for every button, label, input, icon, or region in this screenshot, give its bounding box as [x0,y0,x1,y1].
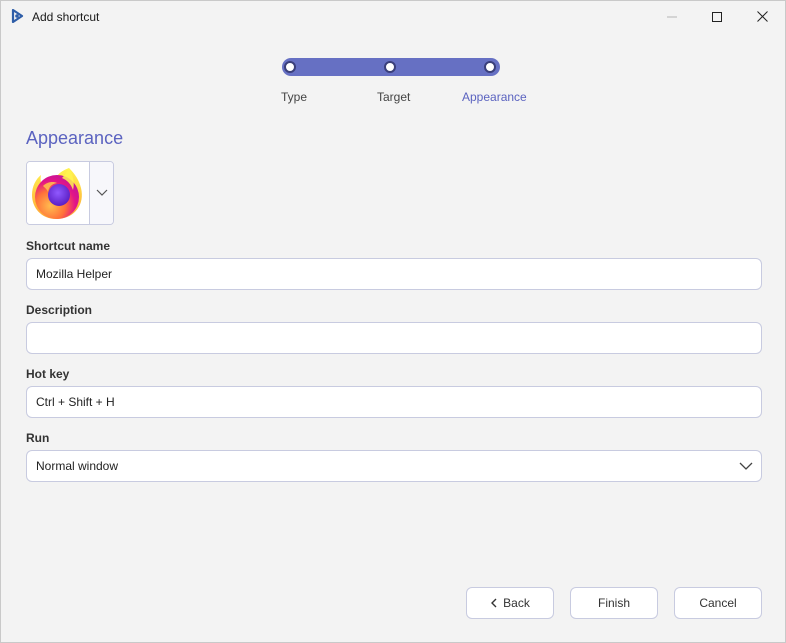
close-icon [756,11,768,22]
step-dot-appearance[interactable] [484,61,496,73]
firefox-logo-icon [32,168,83,220]
finish-button-label: Finish [597,596,630,610]
step-label-type[interactable]: Type [281,90,307,104]
cancel-button-label: Cancel [699,596,737,610]
maximize-icon [712,11,722,22]
back-button[interactable]: Back [466,587,554,619]
hot-key-label: Hot key [26,367,70,381]
minimize-icon [667,16,677,17]
title-bar[interactable]: Add shortcut [1,1,785,33]
maximize-button[interactable] [694,1,740,32]
run-label: Run [26,431,50,445]
icon-dropdown-button[interactable] [89,162,113,224]
description-input[interactable] [26,322,762,354]
wizard-stepper [282,58,500,76]
step-label-appearance[interactable]: Appearance [462,90,527,104]
shortcut-name-input[interactable] [26,258,762,290]
description-label: Description [26,303,93,317]
icon-picker[interactable] [26,161,114,225]
run-select-value: Normal window [36,459,119,473]
hot-key-input[interactable] [26,386,762,418]
chevron-down-icon [739,462,753,470]
shortcut-name-label: Shortcut name [26,239,111,253]
minimize-button[interactable] [649,1,695,32]
cancel-button[interactable]: Cancel [674,587,762,619]
back-button-label: Back [503,596,530,610]
close-button[interactable] [739,1,785,32]
section-title: Appearance [26,128,124,148]
icon-preview[interactable] [27,162,90,224]
add-shortcut-dialog: Add shortcut Type Target Appearance Appe… [0,0,786,643]
run-select[interactable]: Normal window [26,450,762,482]
step-dot-target[interactable] [384,61,396,73]
chevron-down-icon [96,189,108,196]
window-title: Add shortcut [32,10,100,24]
step-label-target[interactable]: Target [377,90,410,104]
finish-button[interactable]: Finish [570,587,658,619]
step-dot-type[interactable] [284,61,296,73]
app-icon [11,9,24,23]
chevron-left-icon [491,598,497,608]
